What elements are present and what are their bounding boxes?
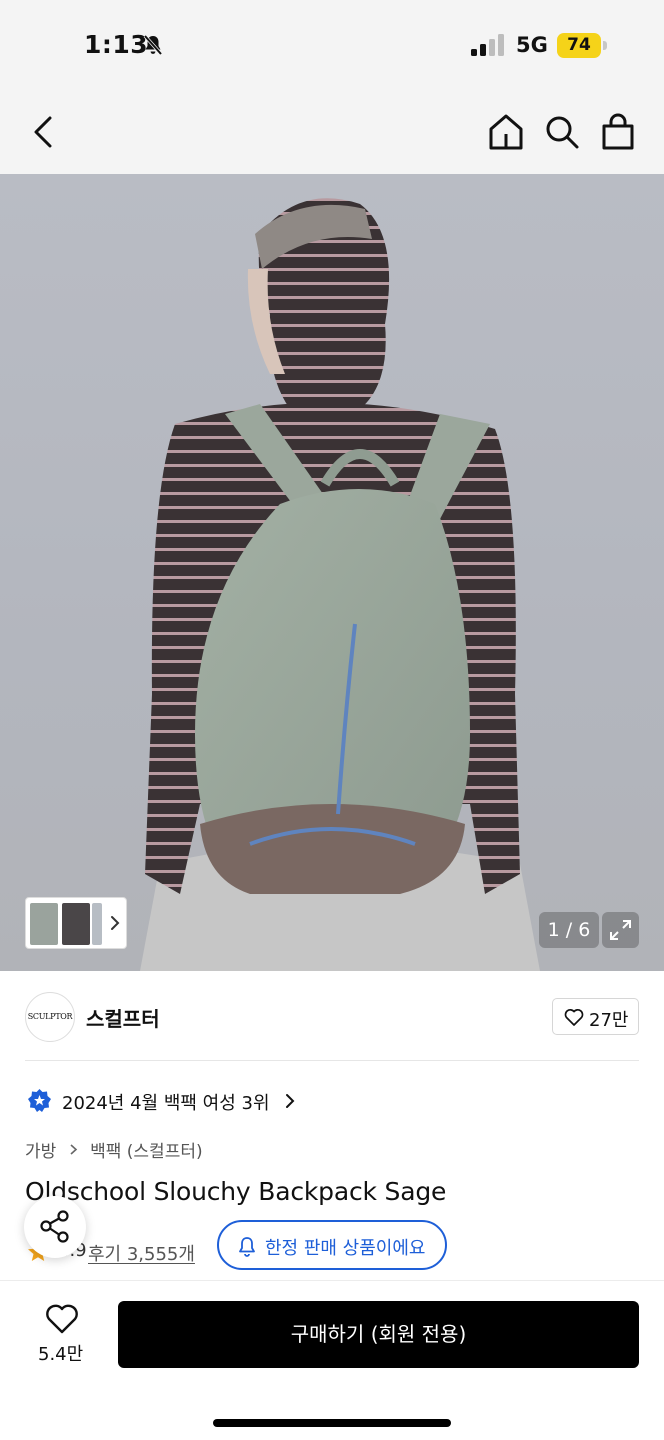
product-image[interactable] [0,174,664,971]
heart-icon[interactable] [45,1303,79,1335]
product-title: Oldschool Slouchy Backpack Sage [25,1177,447,1206]
wish-count: 5.4만 [38,1344,84,1365]
shopping-bag-icon[interactable] [598,112,638,152]
chevron-right-icon[interactable] [285,1093,295,1109]
limited-sale-chip[interactable]: 한정 판매 상품이에요 [217,1220,447,1270]
breadcrumb-item-subcategory[interactable]: 백팩 (스컬프터) [90,1142,203,1162]
heart-icon [564,1009,584,1026]
ranking-text[interactable]: 2024년 4월 백팩 여성 3위 [62,1089,270,1115]
thumbnail-2[interactable] [62,903,90,945]
brand-like-button[interactable]: 27만 [552,998,639,1035]
network-label: 5G [516,33,548,57]
signal-icon [471,34,504,56]
breadcrumb: 가방 백팩 (스컬프터) [25,1137,203,1162]
limited-sale-label: 한정 판매 상품이에요 [265,1238,426,1259]
expand-button[interactable] [602,912,639,948]
buy-button[interactable]: 구매하기 (회원 전용) [118,1301,639,1368]
bell-icon [239,1237,255,1257]
status-bar: 1:13 5G 74 [0,0,664,92]
chevron-right-icon [70,1144,77,1155]
home-indicator[interactable] [213,1419,451,1427]
brand-name[interactable]: 스컬프터 [86,1003,160,1032]
home-icon[interactable] [486,112,526,152]
thumbnail-3[interactable] [92,903,102,945]
expand-icon [610,920,631,940]
brand-like-count: 27만 [589,1010,629,1031]
brand-logo[interactable]: SCULPTOR [25,992,75,1042]
reviews-link[interactable]: 후기 3,555개 [88,1240,195,1266]
share-icon [40,1210,69,1243]
battery-indicator: 74 [557,33,601,58]
bell-muted-icon [143,34,163,56]
ranking-badge-icon [28,1089,51,1112]
search-icon[interactable] [542,112,582,152]
image-page-indicator: 1 / 6 [539,912,599,948]
chevron-right-icon[interactable] [108,913,122,933]
product-photo [140,198,540,971]
breadcrumb-item-category[interactable]: 가방 [25,1142,56,1162]
battery-cap [603,41,607,50]
share-button[interactable] [24,1196,86,1258]
top-nav [0,92,664,174]
thumbnail-1[interactable] [30,903,58,945]
divider [25,1060,639,1061]
status-time: 1:13 [84,30,149,59]
back-arrow-icon[interactable] [24,112,64,152]
